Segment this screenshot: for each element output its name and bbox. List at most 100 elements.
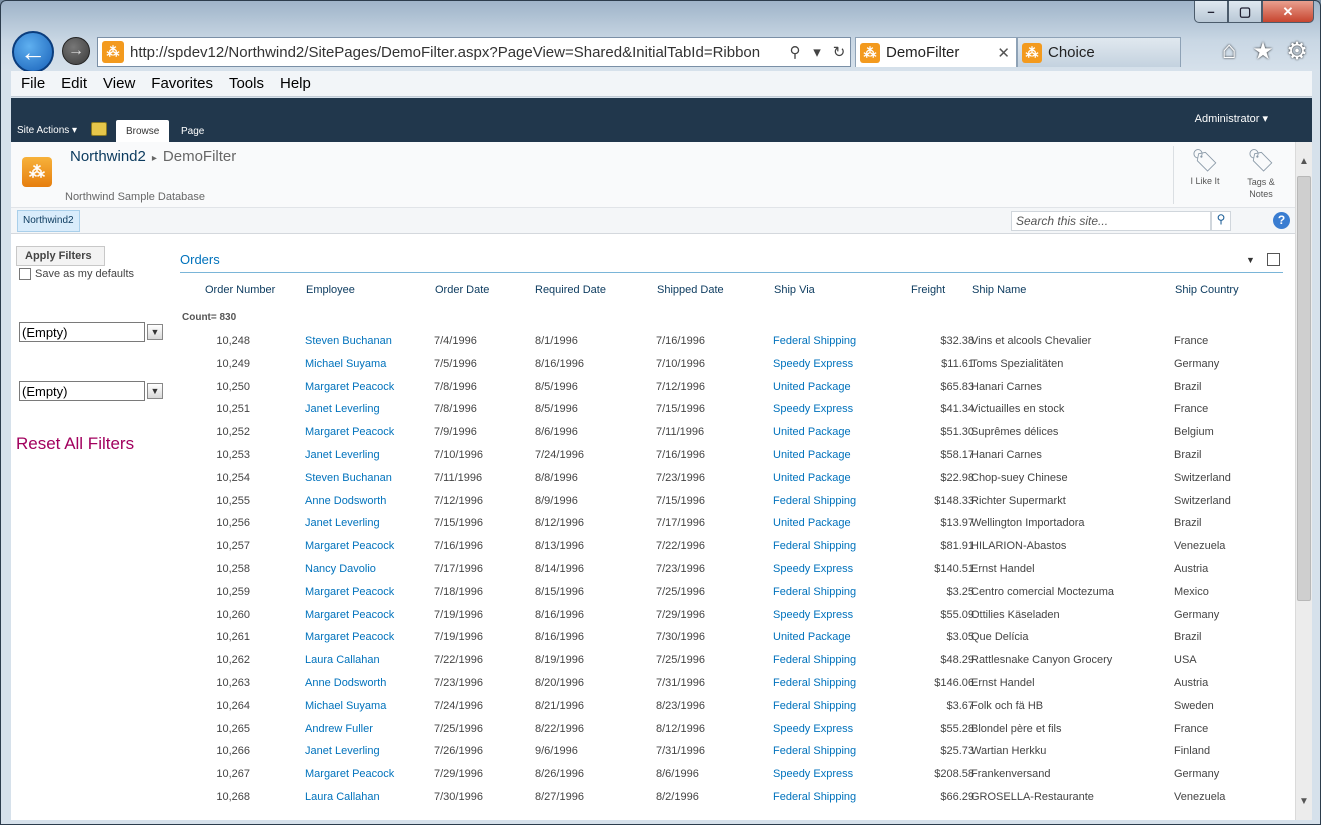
scroll-up-icon[interactable]: ▲ — [1296, 156, 1312, 172]
table-row[interactable]: 10,249 Michael Suyama 7/5/1996 8/16/1996 7/1… — [11, 358, 1295, 381]
cell-employee-link[interactable]: Laura Callahan — [305, 654, 380, 666]
cell-employee-link[interactable]: Laura Callahan — [305, 791, 380, 803]
forward-button[interactable]: → — [62, 37, 90, 65]
cell-employee-link[interactable]: Michael Suyama — [305, 700, 386, 712]
cell-employee-link[interactable]: Janet Leverling — [305, 403, 380, 415]
apply-filters-button[interactable]: Apply Filters — [16, 246, 105, 266]
tab-choice[interactable]: ⁂ Choice — [1017, 37, 1181, 67]
tab-page[interactable]: Page — [171, 120, 214, 142]
cell-employee-link[interactable]: Margaret Peacock — [305, 540, 394, 552]
webpart-select-checkbox[interactable] — [1267, 253, 1280, 266]
cell-employee-link[interactable]: Margaret Peacock — [305, 381, 394, 393]
dropdown-icon[interactable]: ▾ — [806, 43, 828, 61]
table-row[interactable]: 10,264 Michael Suyama 7/24/1996 8/21/1996 8/… — [11, 700, 1295, 723]
table-row[interactable]: 10,250 Margaret Peacock 7/8/1996 8/5/1996 7/… — [11, 381, 1295, 404]
table-row[interactable]: 10,253 Janet Leverling 7/10/1996 7/24/1996 7… — [11, 449, 1295, 472]
menu-favorites[interactable]: Favorites — [151, 75, 213, 92]
cell-ship-via-link[interactable]: Speedy Express — [773, 563, 853, 575]
cell-ship-via-link[interactable]: United Package — [773, 449, 851, 461]
cell-ship-via-link[interactable]: Speedy Express — [773, 609, 853, 621]
column-order-date[interactable]: Order Date — [435, 284, 489, 296]
cell-employee-link[interactable]: Janet Leverling — [305, 449, 380, 461]
nav-item-northwind2[interactable]: Northwind2 — [17, 210, 80, 232]
cell-employee-link[interactable]: Anne Dodsworth — [305, 677, 386, 689]
cell-employee-link[interactable]: Margaret Peacock — [305, 586, 394, 598]
menu-view[interactable]: View — [103, 75, 135, 92]
cell-ship-via-link[interactable]: Federal Shipping — [773, 654, 856, 666]
search-input[interactable]: Search this site... — [1011, 211, 1211, 231]
cell-employee-link[interactable]: Nancy Davolio — [305, 563, 376, 575]
cell-ship-via-link[interactable]: United Package — [773, 381, 851, 393]
i-like-it-button[interactable]: 🏷 I Like It — [1177, 148, 1233, 186]
table-row[interactable]: 10,262 Laura Callahan 7/22/1996 8/19/1996 7/… — [11, 654, 1295, 677]
cell-ship-via-link[interactable]: Federal Shipping — [773, 700, 856, 712]
close-tab-icon[interactable]: ✕ — [997, 44, 1010, 62]
cell-employee-link[interactable]: Anne Dodsworth — [305, 495, 386, 507]
column-freight[interactable]: Freight — [911, 284, 945, 296]
address-bar[interactable]: ⁂ http://spdev12/Northwind2/SitePages/De… — [97, 37, 851, 67]
table-row[interactable]: 10,263 Anne Dodsworth 7/23/1996 8/20/1996 7/… — [11, 677, 1295, 700]
table-row[interactable]: 10,266 Janet Leverling 7/26/1996 9/6/1996 7/… — [11, 745, 1295, 768]
menu-file[interactable]: File — [21, 75, 45, 92]
webpart-menu-icon[interactable]: ▼ — [1246, 255, 1255, 265]
table-row[interactable]: 10,248 Steven Buchanan 7/4/1996 8/1/1996 7/1… — [11, 335, 1295, 358]
table-row[interactable]: 10,268 Laura Callahan 7/30/1996 8/27/1996 8/… — [11, 791, 1295, 814]
cell-ship-via-link[interactable]: Speedy Express — [773, 358, 853, 370]
table-row[interactable]: 10,260 Margaret Peacock 7/19/1996 8/16/1996… — [11, 609, 1295, 632]
scroll-down-icon[interactable]: ▼ — [1296, 796, 1312, 812]
table-row[interactable]: 10,257 Margaret Peacock 7/16/1996 8/13/1996… — [11, 540, 1295, 563]
cell-employee-link[interactable]: Janet Leverling — [305, 745, 380, 757]
cell-ship-via-link[interactable]: United Package — [773, 472, 851, 484]
tab-demofilter[interactable]: ⁂ DemoFilter ✕ — [855, 37, 1017, 67]
cell-employee-link[interactable]: Margaret Peacock — [305, 631, 394, 643]
cell-employee-link[interactable]: Steven Buchanan — [305, 472, 392, 484]
cell-ship-via-link[interactable]: Speedy Express — [773, 723, 853, 735]
cell-ship-via-link[interactable]: United Package — [773, 517, 851, 529]
column-required-date[interactable]: Required Date — [535, 284, 606, 296]
menu-help[interactable]: Help — [280, 75, 311, 92]
cell-ship-via-link[interactable]: Speedy Express — [773, 768, 853, 780]
site-actions-menu[interactable]: Site Actions ▾ — [17, 125, 77, 136]
column-ship-country[interactable]: Ship Country — [1175, 284, 1239, 296]
gear-icon[interactable]: ⚙ — [1284, 37, 1310, 66]
cell-ship-via-link[interactable]: Federal Shipping — [773, 745, 856, 757]
cell-ship-via-link[interactable]: Federal Shipping — [773, 586, 856, 598]
tab-browse[interactable]: Browse — [116, 120, 170, 142]
help-icon[interactable]: ? — [1273, 212, 1290, 229]
table-row[interactable]: 10,255 Anne Dodsworth 7/12/1996 8/9/1996 7/1… — [11, 495, 1295, 518]
table-row[interactable]: 10,254 Steven Buchanan 7/11/1996 8/8/1996 7/… — [11, 472, 1295, 495]
search-button[interactable]: ⚲ — [1211, 211, 1231, 231]
maximize-button[interactable]: ▢ — [1228, 1, 1262, 23]
table-row[interactable]: 10,267 Margaret Peacock 7/29/1996 8/26/1996… — [11, 768, 1295, 791]
cell-ship-via-link[interactable]: Federal Shipping — [773, 677, 856, 689]
menu-edit[interactable]: Edit — [61, 75, 87, 92]
table-row[interactable]: 10,258 Nancy Davolio 7/17/1996 8/14/1996 7/2… — [11, 563, 1295, 586]
close-window-button[interactable]: ✕ — [1262, 1, 1314, 23]
table-row[interactable]: 10,256 Janet Leverling 7/15/1996 8/12/1996 7… — [11, 517, 1295, 540]
refresh-icon[interactable]: ↻ — [828, 43, 850, 61]
table-row[interactable]: 10,259 Margaret Peacock 7/18/1996 8/15/1996… — [11, 586, 1295, 609]
cell-employee-link[interactable]: Margaret Peacock — [305, 768, 394, 780]
url-text[interactable]: http://spdev12/Northwind2/SitePages/Demo… — [130, 44, 784, 61]
cell-ship-via-link[interactable]: Federal Shipping — [773, 791, 856, 803]
minimize-button[interactable]: – — [1194, 1, 1228, 23]
table-row[interactable]: 10,252 Margaret Peacock 7/9/1996 8/6/1996 7/… — [11, 426, 1295, 449]
table-row[interactable]: 10,251 Janet Leverling 7/8/1996 8/5/1996 7/1… — [11, 403, 1295, 426]
back-button[interactable]: ← — [12, 31, 54, 73]
cell-employee-link[interactable]: Steven Buchanan — [305, 335, 392, 347]
vertical-scrollbar[interactable]: ▲ ▼ — [1295, 142, 1312, 820]
home-icon[interactable]: ⌂ — [1216, 37, 1242, 66]
cell-ship-via-link[interactable]: Federal Shipping — [773, 540, 856, 552]
column-ship-name[interactable]: Ship Name — [972, 284, 1026, 296]
navigate-up-icon[interactable] — [91, 122, 107, 136]
cell-employee-link[interactable]: Margaret Peacock — [305, 609, 394, 621]
tags-notes-button[interactable]: 🏷 Tags & Notes — [1233, 148, 1289, 200]
menu-tools[interactable]: Tools — [229, 75, 264, 92]
search-icon[interactable]: ⚲ — [784, 43, 806, 61]
cell-employee-link[interactable]: Janet Leverling — [305, 517, 380, 529]
cell-employee-link[interactable]: Margaret Peacock — [305, 426, 394, 438]
cell-ship-via-link[interactable]: Speedy Express — [773, 403, 853, 415]
cell-ship-via-link[interactable]: United Package — [773, 631, 851, 643]
column-ship-via[interactable]: Ship Via — [774, 284, 815, 296]
column-shipped-date[interactable]: Shipped Date — [657, 284, 724, 296]
